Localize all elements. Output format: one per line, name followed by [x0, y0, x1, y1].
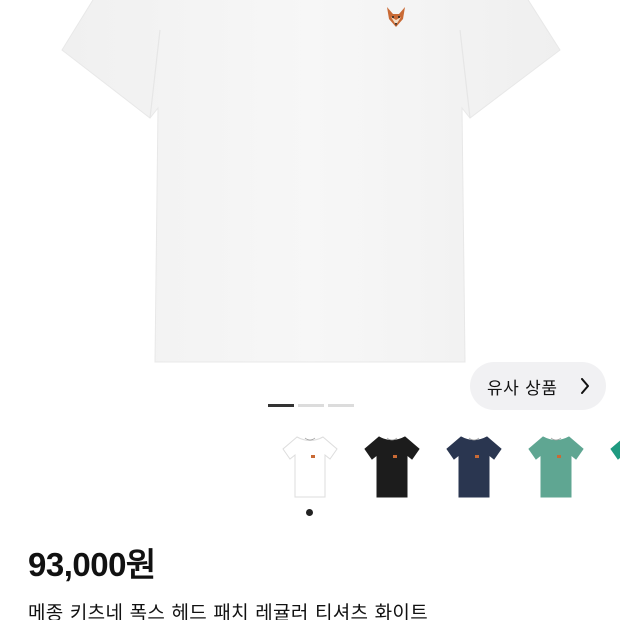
tshirt-thumbnail-icon: [610, 440, 620, 460]
tshirt-thumbnail-icon: [282, 436, 338, 498]
color-swatch[interactable]: [270, 430, 350, 502]
tshirt-thumbnail-icon: [446, 436, 502, 498]
tshirt-thumbnail-icon: [364, 436, 420, 498]
pager-dot[interactable]: [298, 404, 324, 407]
product-hero-image[interactable]: [0, 0, 620, 385]
color-swatch[interactable]: [516, 430, 596, 502]
similar-products-button[interactable]: 유사 상품: [470, 362, 606, 410]
image-pager: [268, 404, 354, 407]
color-swatch[interactable]: [598, 430, 620, 502]
pager-dot[interactable]: [268, 404, 294, 407]
tshirt-thumbnail-icon: [528, 436, 584, 498]
color-swatch-list: [270, 430, 620, 502]
tshirt-illustration: [61, 0, 561, 363]
pager-dot[interactable]: [328, 404, 354, 407]
selected-swatch-indicator: [306, 509, 313, 516]
color-swatch[interactable]: [352, 430, 432, 502]
product-title: 메종 키츠네 폭스 헤드 패치 레귤러 티셔츠 화이트: [28, 602, 428, 620]
product-price: 93,000원: [28, 546, 156, 583]
similar-products-label: 유사 상품: [487, 378, 558, 399]
color-swatch[interactable]: [434, 430, 514, 502]
chevron-right-icon: [580, 378, 590, 399]
